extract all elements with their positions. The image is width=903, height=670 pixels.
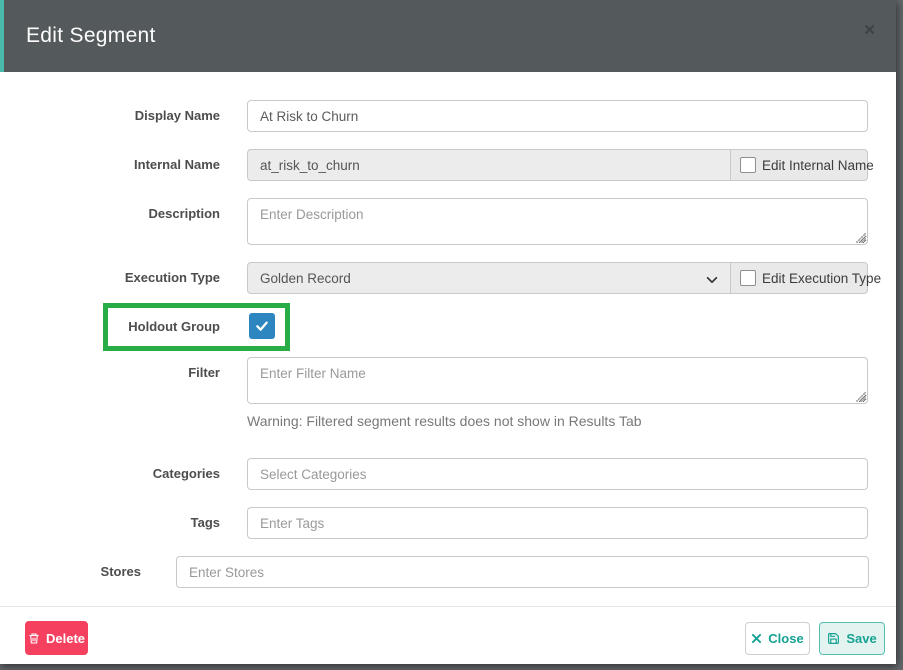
delete-button-label: Delete bbox=[45, 630, 86, 646]
stores-input[interactable] bbox=[176, 556, 869, 588]
execution-type-group: Golden Record Edit Execution Type bbox=[247, 262, 881, 294]
execution-type-label: Execution Type bbox=[124, 270, 220, 285]
tags-label: Tags bbox=[190, 515, 220, 530]
holdout-group-label: Holdout Group bbox=[128, 319, 220, 334]
close-button-label: Close bbox=[768, 631, 804, 646]
edit-segment-modal: Edit Segment ✕ Display Name Internal Nam… bbox=[0, 0, 896, 664]
display-name-label: Display Name bbox=[134, 108, 220, 123]
edit-execution-type-addon: Edit Execution Type bbox=[730, 263, 881, 293]
description-label: Description bbox=[148, 206, 220, 221]
edit-internal-name-label: Edit Internal Name bbox=[762, 157, 874, 173]
edit-internal-name-addon: Edit Internal Name bbox=[730, 150, 874, 180]
display-name-input[interactable] bbox=[247, 100, 868, 132]
chevron-down-icon bbox=[706, 276, 718, 284]
internal-name-label: Internal Name bbox=[134, 157, 220, 172]
close-icon[interactable]: ✕ bbox=[863, 23, 876, 38]
categories-input[interactable] bbox=[247, 458, 868, 490]
stores-label: Stores bbox=[100, 564, 141, 579]
filter-label: Filter bbox=[188, 365, 220, 380]
delete-button[interactable]: Delete bbox=[25, 621, 88, 655]
filter-textarea[interactable] bbox=[247, 357, 868, 404]
save-button-label: Save bbox=[846, 631, 877, 646]
modal-header: Edit Segment ✕ bbox=[0, 0, 896, 72]
trash-icon bbox=[29, 632, 39, 644]
holdout-group-checkbox[interactable] bbox=[249, 313, 275, 339]
modal-footer: Delete Close Save bbox=[0, 606, 896, 664]
description-textarea[interactable] bbox=[247, 198, 868, 245]
edit-execution-type-checkbox[interactable] bbox=[740, 270, 756, 286]
filter-warning-text: Warning: Filtered segment results does n… bbox=[247, 413, 642, 429]
x-icon bbox=[752, 633, 762, 644]
execution-type-select[interactable]: Golden Record bbox=[248, 271, 351, 286]
edit-execution-type-label: Edit Execution Type bbox=[762, 270, 882, 286]
close-button[interactable]: Close bbox=[745, 622, 810, 655]
check-icon bbox=[256, 321, 268, 331]
modal-title: Edit Segment bbox=[26, 24, 156, 47]
save-icon bbox=[828, 633, 840, 644]
internal-name-value: at_risk_to_churn bbox=[260, 157, 360, 173]
edit-internal-name-checkbox[interactable] bbox=[740, 157, 756, 173]
tags-input[interactable] bbox=[247, 507, 868, 539]
internal-name-group: at_risk_to_churn Edit Internal Name bbox=[247, 149, 874, 181]
save-button[interactable]: Save bbox=[819, 622, 885, 655]
categories-label: Categories bbox=[152, 466, 220, 481]
